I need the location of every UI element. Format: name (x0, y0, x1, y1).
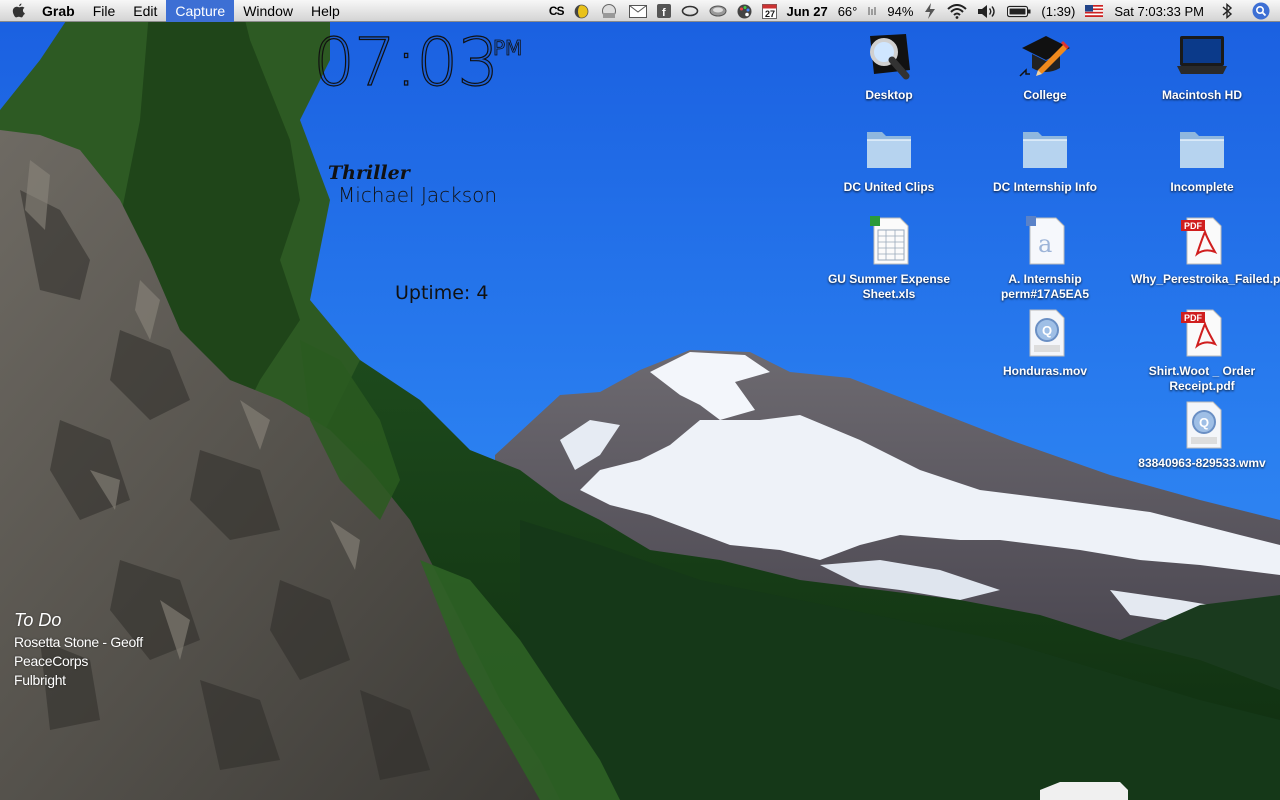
menubar-clock[interactable]: Sat 7:03:33 PM (1114, 0, 1204, 22)
sync-icon[interactable] (681, 0, 699, 22)
icon-label: Incomplete (1170, 180, 1234, 194)
uptime-text: Uptime: 4 (395, 282, 489, 304)
flag-icon[interactable] (1085, 0, 1104, 22)
clock-widget: 07:03 PM (312, 24, 522, 101)
desktop-icon-internship-perm[interactable]: a A. Internship perm#17A5EA5 (970, 214, 1120, 302)
display-menu-icon[interactable] (599, 0, 619, 22)
weather-icon[interactable] (867, 0, 877, 22)
document-icon: a (1026, 216, 1065, 265)
folder-icon (1180, 132, 1224, 168)
svg-text:Q: Q (1042, 323, 1052, 338)
desktop-icon-desktop[interactable]: Desktop (814, 30, 964, 103)
menu-file[interactable]: File (84, 0, 125, 22)
desktop-icon-shirt-woot-receipt[interactable]: PDF Shirt.Woot _ Order Receipt.pdf (1127, 306, 1277, 394)
svg-text:PDF: PDF (1184, 313, 1203, 323)
desktop-icon-macintosh-hd[interactable]: Macintosh HD (1127, 30, 1277, 103)
facebook-icon[interactable]: f (656, 0, 671, 22)
menu-app-name[interactable]: Grab (36, 0, 84, 22)
spotlight-search-icon[interactable] (1252, 0, 1270, 22)
desktop-icon-honduras-mov[interactable]: Q Honduras.mov (970, 306, 1120, 379)
cs-menu-icon[interactable]: CS (549, 0, 565, 22)
todo-widget: To Do Rosetta Stone - Geoff PeaceCorps F… (14, 610, 143, 690)
folder-icon (867, 132, 911, 168)
desktop-icon-college[interactable]: College (970, 30, 1120, 103)
desktop: Grab File Edit Capture Window Help CS f (0, 0, 1280, 800)
menu-window[interactable]: Window (234, 0, 302, 22)
icon-label: Honduras.mov (1002, 364, 1087, 378)
icon-label: DC United Clips (843, 180, 935, 194)
volume-icon[interactable] (977, 0, 997, 22)
desktop-icon-incomplete[interactable]: Incomplete (1127, 122, 1277, 195)
battery-time-text[interactable]: (1:39) (1041, 0, 1075, 22)
svg-text:f: f (662, 7, 666, 18)
icon-label: Why_Perestroika_Failed.pdf (1131, 272, 1280, 286)
magnifier-icon (870, 34, 910, 80)
icon-label: Shirt.Woot _ Order Receipt.pdf (1148, 364, 1256, 393)
song-title: Thriller (328, 162, 410, 184)
date-text[interactable]: Jun 27 (787, 0, 828, 22)
pdf-icon: PDF (1181, 309, 1222, 357)
calendar-day: 27 (765, 9, 775, 19)
menu-bar-left: Grab File Edit Capture Window Help (0, 0, 349, 22)
calendar-icon[interactable]: 27 (761, 0, 777, 22)
icon-label: College (1023, 88, 1067, 102)
icon-label: Macintosh HD (1161, 88, 1242, 102)
wallpaper (0, 0, 1280, 800)
now-playing-widget: Thriller Michael Jackson (328, 162, 497, 207)
palette-icon[interactable] (737, 0, 752, 22)
pdf-icon: PDF (1181, 217, 1222, 265)
todo-item: PeaceCorps (14, 653, 89, 669)
apple-menu-icon[interactable] (0, 0, 36, 22)
menu-bar: Grab File Edit Capture Window Help CS f (0, 0, 1280, 22)
svg-text:a: a (1038, 230, 1052, 258)
desktop-icon-dc-united-clips[interactable]: DC United Clips (814, 122, 964, 195)
grad-cap-alias-icon (1019, 36, 1070, 77)
drive-menu-icon[interactable] (709, 0, 727, 22)
desktop-icon-dc-internship-info[interactable]: DC Internship Info (970, 122, 1120, 195)
svg-text:PDF: PDF (1184, 221, 1203, 231)
menu-capture[interactable]: Capture (166, 0, 235, 22)
menu-edit[interactable]: Edit (124, 0, 166, 22)
hard-drive-icon (1177, 36, 1227, 74)
clock-ampm: PM (493, 36, 523, 61)
todo-item: Fulbright (14, 672, 66, 688)
svg-text:Q: Q (1199, 415, 1209, 430)
todo-item: Rosetta Stone - Geoff (14, 634, 143, 650)
desktop-icon-why-perestroika-failed[interactable]: PDF Why_Perestroika_Failed.pdf (1127, 214, 1280, 287)
clock-time: 07:03 (312, 24, 499, 101)
icon-label: A. Internship perm#17A5EA5 (1000, 272, 1090, 301)
moon-phase-icon[interactable] (574, 0, 589, 22)
icon-label: Desktop (865, 88, 913, 102)
mail-icon[interactable] (628, 0, 647, 22)
battery-percent-text[interactable]: 94% (887, 0, 913, 22)
todo-title: To Do (14, 610, 62, 630)
icon-label: GU Summer Expense Sheet.xls (827, 272, 951, 301)
menu-bar-extras: CS f 27 Jun 27 66° 94% (1:39) Sat 7:03:3… (544, 0, 1280, 22)
folder-icon (1023, 132, 1067, 168)
icon-label: DC Internship Info (993, 180, 1097, 194)
icon-label: 83840963-829533.wmv (1138, 456, 1266, 470)
menu-help[interactable]: Help (302, 0, 349, 22)
bluetooth-icon[interactable] (1221, 0, 1233, 22)
wmv-icon: Q (1186, 401, 1222, 449)
movie-icon: Q (1029, 309, 1065, 357)
song-artist: Michael Jackson (338, 183, 498, 207)
battery-icon[interactable] (1007, 0, 1031, 22)
desktop-icon-wmv-video[interactable]: Q 83840963-829533.wmv (1127, 398, 1277, 471)
desktop-icon-gu-summer-expense-sheet[interactable]: GU Summer Expense Sheet.xls (814, 214, 964, 302)
bolt-icon[interactable] (923, 0, 937, 22)
temperature-text[interactable]: 66° (838, 0, 858, 22)
spreadsheet-icon (870, 216, 909, 265)
wifi-icon[interactable] (947, 0, 968, 22)
